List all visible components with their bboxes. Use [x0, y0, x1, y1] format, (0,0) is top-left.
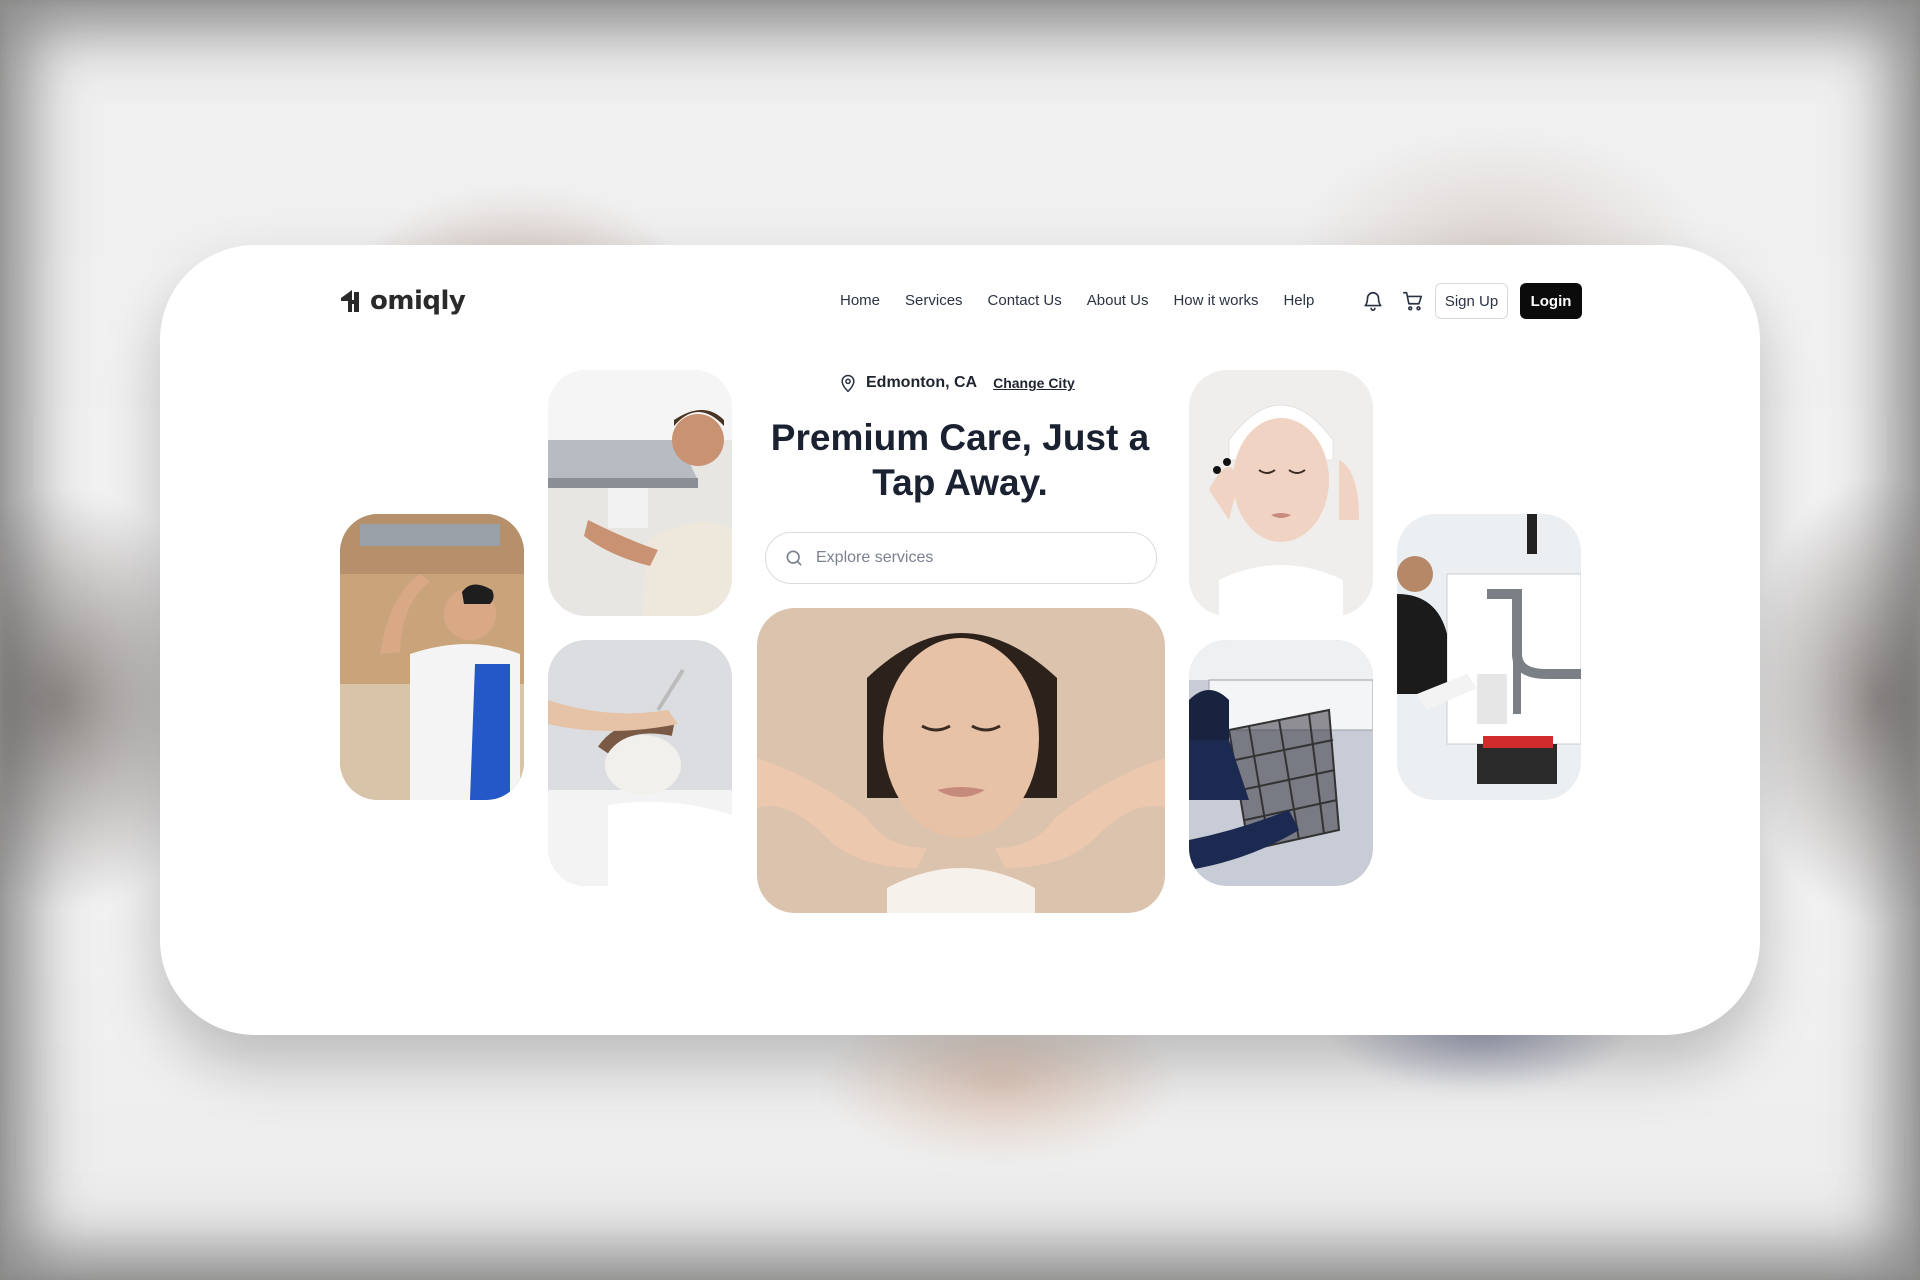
- nav-home[interactable]: Home: [840, 290, 880, 312]
- hero-headline: Premium Care, Just a Tap Away.: [770, 417, 1150, 503]
- nav-about-us[interactable]: About Us: [1087, 290, 1149, 312]
- photo-plumber[interactable]: [1397, 514, 1581, 800]
- nav-contact-us[interactable]: Contact Us: [988, 290, 1062, 312]
- nav-how-it-works[interactable]: How it works: [1173, 290, 1258, 312]
- photo-kitchen-hood-technician[interactable]: [548, 370, 732, 616]
- cart-icon[interactable]: [1402, 290, 1424, 312]
- search-placeholder: Explore services: [816, 549, 934, 566]
- photo-facial-treatment[interactable]: [548, 640, 732, 886]
- map-pin-icon: [841, 374, 855, 393]
- location-row: Edmonton, CA Change City: [838, 372, 1075, 394]
- nav-help[interactable]: Help: [1283, 290, 1314, 312]
- search-icon: [786, 550, 802, 566]
- change-city-link[interactable]: Change City: [993, 375, 1075, 391]
- photo-face-massage[interactable]: [757, 608, 1165, 913]
- bell-icon[interactable]: [1362, 290, 1384, 312]
- current-city: Edmonton, CA: [866, 374, 978, 391]
- photo-skincare-towel[interactable]: [1189, 370, 1373, 616]
- house-logo-icon: [341, 290, 359, 312]
- brand-logo[interactable]: omiqly: [338, 286, 466, 316]
- main-nav: Home Services Contact Us About Us How it…: [840, 290, 1339, 312]
- login-button[interactable]: Login: [1520, 283, 1582, 319]
- sign-up-button[interactable]: Sign Up: [1435, 283, 1508, 319]
- photo-ac-filter-cleaning[interactable]: [1189, 640, 1373, 886]
- brand-name: omiqly: [370, 286, 466, 316]
- search-input[interactable]: Explore services: [765, 532, 1157, 584]
- photo-electrician[interactable]: [340, 514, 524, 800]
- header-icons: [1362, 290, 1424, 312]
- nav-services[interactable]: Services: [905, 290, 963, 312]
